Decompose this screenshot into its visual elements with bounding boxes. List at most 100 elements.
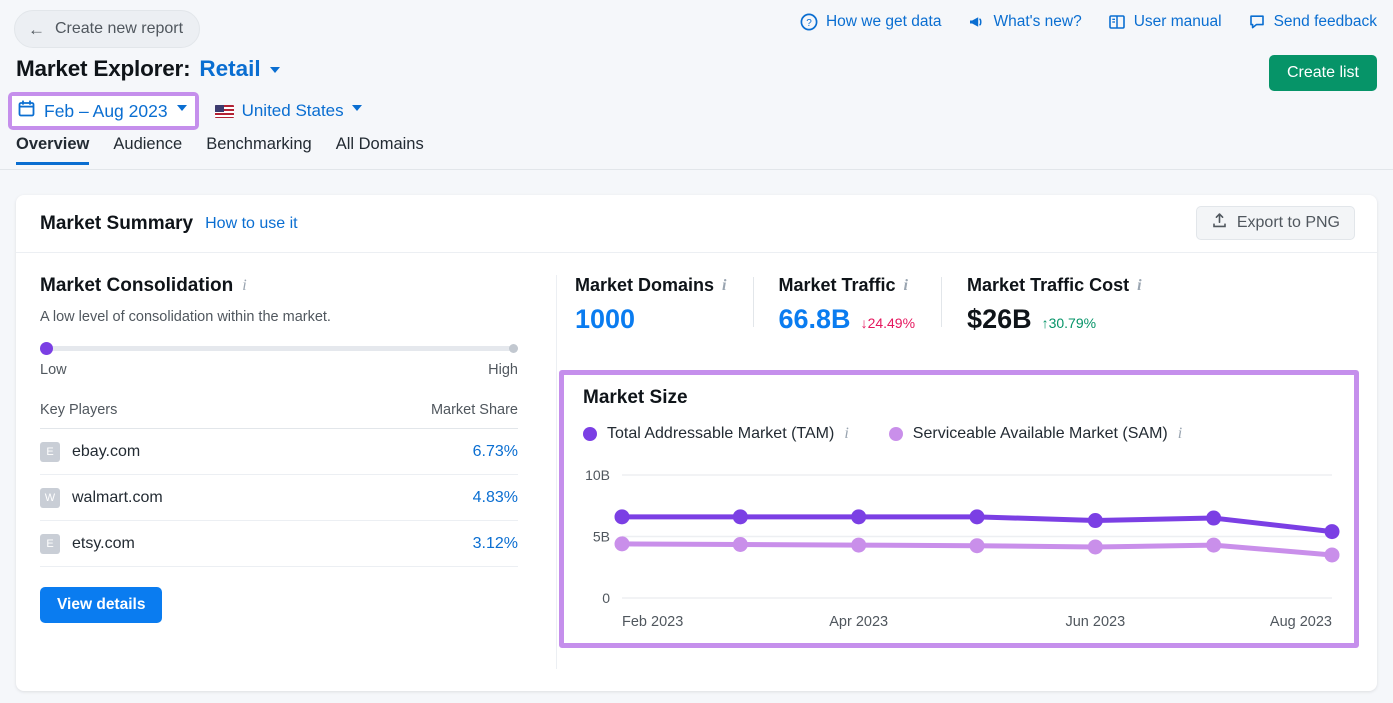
legend-color-swatch-sam	[888, 427, 903, 441]
slider-label-low: Low	[40, 362, 67, 378]
key-player-domain: E ebay.com	[40, 441, 141, 462]
create-new-report-button[interactable]: ← Create new report	[14, 10, 201, 48]
country-label: United States	[241, 101, 344, 120]
chart-legend: Total Addressable Market (TAM) i Service…	[583, 425, 1182, 443]
metric-market-traffic: Market Traffic i 66.8B ↓24.49%	[752, 275, 942, 335]
arrow-left-icon: ←	[28, 19, 45, 39]
whats-new-link[interactable]: What's new?	[967, 13, 1082, 31]
metric-value: $26B	[967, 304, 1032, 334]
tab-audience[interactable]: Audience	[113, 135, 182, 165]
upload-icon	[1211, 212, 1228, 234]
domain-label: walmart.com	[72, 488, 163, 506]
card-header: Market Summary How to use it Export to P…	[16, 195, 1377, 253]
metric-label: Market Traffic Cost i	[967, 275, 1142, 296]
card-body: Market Consolidation i A low level of co…	[16, 253, 1377, 691]
card-title: Market Summary	[40, 212, 194, 234]
market-share-value[interactable]: 4.83%	[473, 489, 518, 507]
chevron-down-icon	[351, 105, 362, 111]
svg-text:Jun 2023: Jun 2023	[1065, 614, 1125, 630]
metric-market-traffic-cost: Market Traffic Cost i $26B ↑30.79%	[941, 275, 1168, 335]
svg-text:Aug 2023: Aug 2023	[1270, 614, 1332, 630]
user-manual-label: User manual	[1133, 13, 1222, 30]
metrics-and-chart-panel: Market Domains i 1000 Market Traffic i 6…	[557, 253, 1377, 691]
metric-label: Market Traffic i	[779, 275, 916, 296]
user-manual-link[interactable]: User manual	[1108, 13, 1222, 31]
page-title: Market Explorer: Retail	[16, 56, 280, 82]
calendar-icon	[18, 100, 35, 122]
info-icon[interactable]: i	[844, 426, 848, 442]
tab-all-domains[interactable]: All Domains	[336, 135, 424, 165]
market-size-chart[interactable]: 0 5B 10B Feb 2023 Apr 2023 Jun 2023 Aug 2023	[564, 463, 1354, 638]
how-to-use-it-link[interactable]: How to use it	[205, 215, 297, 233]
date-range-highlight: Feb – Aug 2023	[8, 92, 199, 130]
send-feedback-link[interactable]: Send feedback	[1248, 13, 1377, 31]
legend-label-tam: Total Addressable Market (TAM)	[607, 425, 835, 442]
create-list-button[interactable]: Create list	[1268, 55, 1377, 91]
market-consolidation-panel: Market Consolidation i A low level of co…	[16, 253, 556, 691]
favicon-icon: E	[40, 533, 60, 554]
svg-text:0: 0	[602, 590, 610, 606]
legend-item-sam[interactable]: Serviceable Available Market (SAM) i	[888, 425, 1182, 443]
metric-delta: ↑30.79%	[1041, 315, 1097, 331]
top-bar: ← Create new report ? How we get data Wh…	[0, 0, 1393, 170]
metric-title: Market Traffic	[778, 275, 896, 295]
send-feedback-label: Send feedback	[1273, 13, 1377, 30]
info-icon[interactable]: i	[1178, 426, 1182, 442]
how-we-get-data-label: How we get data	[825, 13, 942, 30]
consolidation-slider[interactable]	[40, 342, 518, 355]
market-size-highlight: Market Size Total Addressable Market (TA…	[559, 370, 1359, 648]
slider-track	[40, 346, 518, 351]
info-icon[interactable]: i	[242, 278, 246, 294]
market-share-value[interactable]: 3.12%	[473, 535, 518, 553]
market-summary-card: Market Summary How to use it Export to P…	[16, 195, 1377, 691]
column-header-market-share: Market Share	[430, 402, 518, 418]
country-picker[interactable]: United States	[214, 101, 362, 121]
metric-delta: ↓24.49%	[860, 315, 916, 331]
info-icon[interactable]: i	[904, 277, 908, 294]
how-we-get-data-link[interactable]: ? How we get data	[800, 13, 941, 31]
page-title-prefix: Market Explorer:	[16, 56, 191, 81]
export-to-png-button[interactable]: Export to PNG	[1195, 206, 1355, 240]
legend-item-tam[interactable]: Total Addressable Market (TAM) i	[583, 425, 849, 443]
table-row[interactable]: E etsy.com 3.12%	[40, 521, 518, 567]
market-share-value[interactable]: 6.73%	[473, 443, 518, 461]
metric-value-row: 66.8B ↓24.49%	[779, 304, 916, 335]
tab-overview[interactable]: Overview	[16, 135, 90, 165]
slider-label-high: High	[488, 362, 518, 378]
slider-handle[interactable]	[40, 342, 53, 355]
info-icon[interactable]: i	[1137, 277, 1141, 294]
chevron-down-icon	[176, 105, 187, 111]
view-details-button[interactable]: View details	[40, 587, 163, 623]
svg-text:?: ?	[806, 18, 812, 29]
us-flag-icon	[214, 104, 234, 118]
metric-value: 1000	[575, 304, 636, 334]
info-icon[interactable]: i	[722, 277, 726, 294]
date-range-picker[interactable]: Feb – Aug 2023	[12, 96, 195, 126]
metric-label: Market Domains i	[575, 275, 727, 296]
create-new-report-label: Create new report	[55, 20, 184, 37]
table-header: Key Players Market Share	[40, 402, 518, 429]
key-player-domain: W walmart.com	[40, 487, 163, 508]
domain-label: ebay.com	[72, 442, 141, 460]
metric-title: Market Domains	[575, 275, 715, 295]
export-to-png-label: Export to PNG	[1236, 214, 1340, 231]
key-players-table: Key Players Market Share E ebay.com 6.73…	[40, 402, 518, 623]
domain-label: etsy.com	[72, 534, 135, 552]
column-header-key-players: Key Players	[40, 402, 118, 418]
question-circle-icon: ?	[800, 13, 818, 31]
speech-bubble-icon	[1248, 13, 1266, 31]
tab-benchmarking[interactable]: Benchmarking	[206, 135, 311, 165]
metric-market-domains: Market Domains i 1000	[575, 275, 753, 335]
legend-label-sam: Serviceable Available Market (SAM)	[912, 425, 1168, 442]
market-category-value[interactable]: Retail	[199, 56, 260, 82]
table-row[interactable]: E ebay.com 6.73%	[40, 429, 518, 475]
tab-bar: Overview Audience Benchmarking All Domai…	[16, 135, 424, 165]
market-size-line-chart: 0 5B 10B Feb 2023 Apr 2023 Jun 2023 Aug 2023	[585, 467, 1340, 630]
table-row[interactable]: W walmart.com 4.83%	[40, 475, 518, 521]
metric-value-row: $26B ↑30.79%	[967, 304, 1142, 335]
metrics-row: Market Domains i 1000 Market Traffic i 6…	[557, 253, 1377, 335]
favicon-icon: E	[40, 441, 60, 462]
chevron-down-icon[interactable]	[269, 67, 280, 73]
metric-title: Market Traffic Cost	[967, 275, 1130, 295]
market-size-title: Market Size	[583, 387, 688, 408]
